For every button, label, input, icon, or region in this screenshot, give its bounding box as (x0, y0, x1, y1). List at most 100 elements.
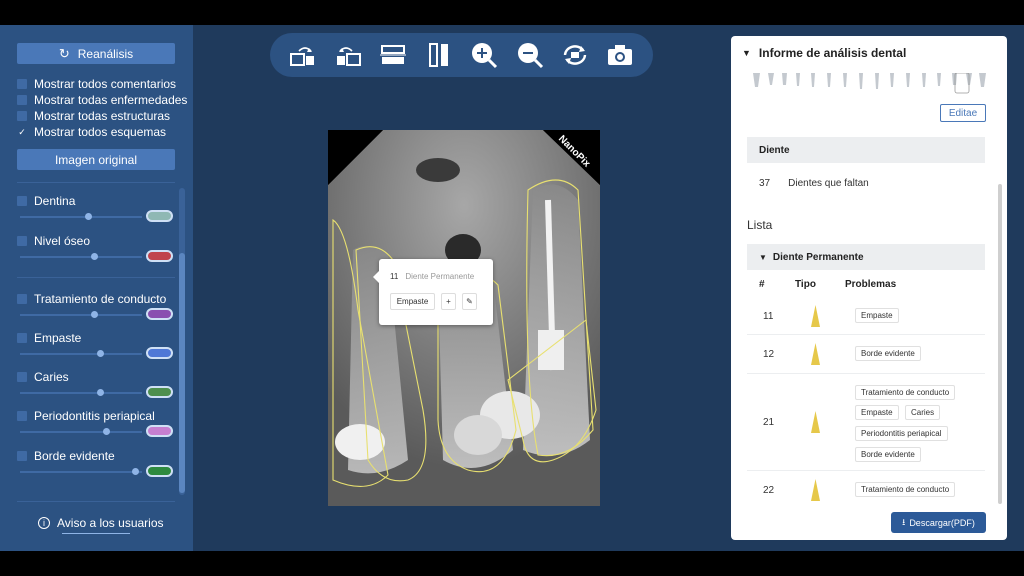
camera-icon[interactable] (605, 40, 635, 70)
checkbox-show-comments[interactable]: Mostrar todos comentarios (17, 77, 176, 91)
refresh-icon: ↻ (58, 45, 70, 61)
checkbox-label: Mostrar todas estructuras (34, 109, 171, 123)
table-row[interactable]: 11 Empaste (747, 297, 985, 335)
layer-dentina: Dentina (17, 194, 177, 222)
opacity-slider[interactable] (20, 311, 142, 318)
opacity-slider[interactable] (20, 428, 142, 435)
problem-tag: Empaste (855, 405, 899, 420)
slider-knob[interactable] (90, 311, 98, 318)
tooth-chart[interactable] (751, 73, 987, 95)
column-header-type: Tipo (795, 279, 816, 290)
layer-label: Empaste (34, 331, 82, 345)
color-swatch[interactable] (146, 386, 173, 398)
opacity-slider[interactable] (20, 468, 142, 475)
rotate-right-icon[interactable] (333, 40, 363, 70)
slider-knob[interactable] (84, 213, 92, 220)
zoom-in-icon[interactable] (469, 40, 499, 70)
zoom-out-icon[interactable] (515, 40, 545, 70)
checkmark-icon[interactable]: ✓ (17, 127, 27, 137)
left-sidebar: ↻ Reanálisis Mostrar todos comentarios M… (0, 25, 193, 551)
slider-knob[interactable] (90, 253, 98, 260)
panel-scrollbar[interactable] (998, 184, 1002, 504)
edit-icon[interactable]: ✎ (462, 293, 477, 310)
tooth-section-header: Diente (747, 137, 985, 163)
notice-underline (62, 533, 130, 534)
divider (17, 501, 175, 502)
layer-empaste: Empaste (17, 331, 177, 359)
incisor-icon (811, 479, 820, 501)
column-header-problems: Problemas (845, 279, 897, 290)
download-pdf-button[interactable]: ⭳ Descargar(PDF) (891, 512, 986, 533)
flip-horizontal-icon[interactable] (378, 40, 408, 70)
row-number: 12 (763, 349, 775, 360)
missing-teeth-row: 37 Dientes que faltan (747, 170, 985, 196)
checkbox-show-diseases[interactable]: Mostrar todas enfermedades (17, 93, 187, 107)
opacity-slider[interactable] (20, 253, 142, 260)
reset-icon[interactable] (560, 40, 590, 70)
divider (17, 182, 175, 183)
user-notice-link[interactable]: i Aviso a los usuarios (38, 516, 164, 530)
layer-label: Tratamiento de conducto (34, 292, 167, 306)
row-number: 21 (763, 417, 775, 428)
problem-tag: Caries (905, 405, 941, 420)
checkbox[interactable] (17, 196, 27, 206)
checkbox[interactable] (17, 333, 27, 343)
checkbox[interactable] (17, 411, 27, 421)
popup-tag-empaste[interactable]: Empaste (390, 293, 435, 310)
report-panel: ▼ Informe de análisis dental Editae Dien… (731, 36, 1007, 540)
edit-button[interactable]: Editae (940, 104, 986, 122)
color-swatch[interactable] (146, 465, 173, 477)
checkbox[interactable] (17, 372, 27, 382)
layer-borde-evidente: Borde evidente (17, 449, 177, 477)
sidebar-scrollbar-thumb[interactable] (179, 253, 185, 493)
checkbox[interactable] (17, 95, 27, 105)
column-header-num: # (759, 279, 765, 290)
opacity-slider[interactable] (20, 213, 142, 220)
opacity-slider[interactable] (20, 350, 142, 357)
incisor-icon (811, 305, 820, 327)
layer-nivel-oseo: Nivel óseo (17, 234, 177, 262)
checkbox[interactable] (17, 451, 27, 461)
problem-tag: Empaste (855, 308, 899, 323)
table-row[interactable]: 12 Borde evidente (747, 335, 985, 374)
checkbox[interactable] (17, 236, 27, 246)
problem-tag: Tratamiento de conducto (855, 385, 956, 400)
flip-vertical-icon[interactable] (424, 40, 454, 70)
top-letterbox (0, 0, 1024, 25)
collapse-icon[interactable]: ▼ (759, 253, 767, 262)
report-header[interactable]: ▼ Informe de análisis dental (742, 46, 906, 60)
checkbox[interactable] (17, 294, 27, 304)
checkbox-show-schemes[interactable]: ✓ Mostrar todos esquemas (17, 125, 166, 139)
slider-knob[interactable] (96, 350, 104, 357)
color-swatch[interactable] (146, 210, 173, 222)
layer-caries: Caries (17, 370, 177, 398)
checkbox[interactable] (17, 79, 27, 89)
add-tag-button[interactable]: + (441, 293, 456, 310)
slider-knob[interactable] (102, 428, 110, 435)
color-swatch[interactable] (146, 347, 173, 359)
slider-knob[interactable] (96, 389, 104, 396)
problem-tag: Borde evidente (855, 447, 921, 462)
layer-label: Borde evidente (34, 449, 115, 463)
missing-label: Dientes que faltan (788, 177, 869, 189)
row-number: 22 (763, 485, 775, 496)
rotate-left-icon[interactable] (288, 40, 318, 70)
collapse-icon[interactable]: ▼ (742, 48, 751, 58)
color-swatch[interactable] (146, 250, 173, 262)
tooth-popup: 11 Diente Permanente Empaste + ✎ (373, 259, 493, 325)
divider (17, 277, 175, 278)
permanent-tooth-group[interactable]: ▼ Diente Permanente (747, 244, 985, 270)
table-row[interactable]: 21 Tratamiento de conducto Empaste Carie… (747, 374, 985, 471)
reanalysis-button[interactable]: ↻ Reanálisis (17, 43, 175, 64)
color-swatch[interactable] (146, 425, 173, 437)
layer-label: Periodontitis periapical (34, 409, 155, 423)
original-image-label: Imagen original (54, 152, 138, 167)
opacity-slider[interactable] (20, 389, 142, 396)
table-row[interactable]: 22 Tratamiento de conducto (747, 471, 985, 511)
slider-knob[interactable] (132, 468, 140, 475)
original-image-button[interactable]: Imagen original (17, 149, 175, 170)
checkbox-show-structures[interactable]: Mostrar todas estructuras (17, 109, 170, 123)
color-swatch[interactable] (146, 308, 173, 320)
checkbox[interactable] (17, 111, 27, 121)
list-label: Lista (747, 218, 773, 232)
